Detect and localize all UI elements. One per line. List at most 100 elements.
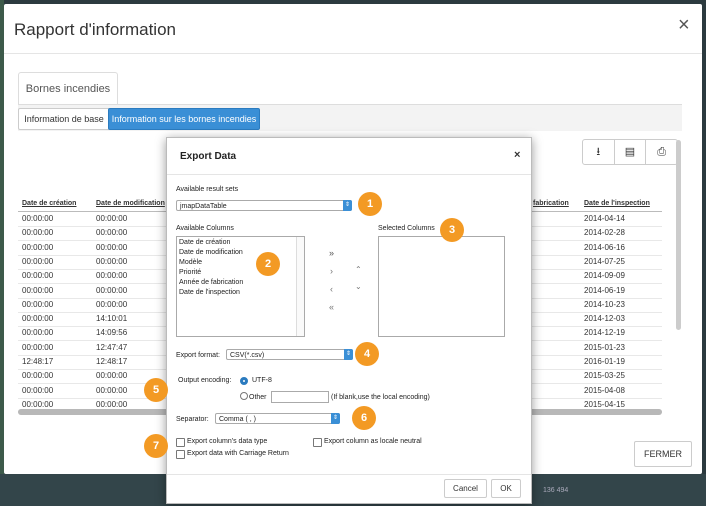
fermer-button[interactable]: FERMER (634, 441, 692, 467)
print-preview-icon[interactable]: ▤ (615, 140, 647, 164)
table-cell: 12:48:17 (22, 357, 54, 366)
table-cell: 2015-04-15 (584, 399, 625, 409)
table-cell: 00:00:00 (96, 271, 128, 281)
information-base-button[interactable]: Information de base (18, 108, 110, 130)
table-cell: 00:00:00 (22, 299, 54, 309)
table-cell: 00:00:00 (22, 371, 54, 381)
move-down-icon[interactable]: ⌄ (355, 282, 362, 291)
move-left-icon[interactable]: ‹ (330, 284, 333, 294)
table-cell: 00:00:00 (22, 385, 54, 395)
divider (167, 474, 531, 475)
list-item[interactable]: Modèle (179, 259, 202, 266)
dialog-title: Export Data (180, 151, 237, 162)
table-cell: 2014-07-25 (584, 256, 625, 266)
available-columns-list[interactable]: Date de création Date de modification Mo… (176, 236, 305, 337)
table-cell: 00:00:00 (22, 228, 54, 238)
table-cell: 12:47:47 (96, 342, 128, 352)
header-date-creation[interactable]: Date de création (22, 200, 76, 207)
select-arrow-icon: ⇕ (331, 413, 340, 424)
table-cell: 00:00:00 (22, 328, 54, 338)
carriage-return-label: Export data with Carriage Return (187, 450, 289, 457)
output-encoding-label: Output encoding: (178, 377, 232, 384)
export-icon[interactable]: ⭳ (583, 140, 615, 164)
table-cell: 00:00:00 (22, 242, 54, 252)
vertical-scrollbar[interactable] (676, 140, 681, 330)
table-cell: 2014-10-23 (584, 299, 625, 309)
result-set-select[interactable]: jmapDataTable ⇕ (176, 200, 352, 211)
modal-title: Rapport d'information (14, 20, 176, 39)
table-cell: 00:00:00 (96, 214, 128, 223)
close-icon[interactable]: × (678, 14, 690, 37)
table-cell: 00:00:00 (22, 399, 54, 409)
datatype-label: Export column's data type (187, 438, 268, 445)
carriage-return-checkbox[interactable] (176, 450, 185, 459)
table-cell: 00:00:00 (22, 256, 54, 266)
other-label: Other (249, 394, 267, 401)
table-toolbar: ⭳ ▤ ⎙ (582, 139, 678, 165)
table-cell: 00:00:00 (96, 242, 128, 252)
locale-neutral-label: Export column as locale neutral (324, 438, 422, 445)
export-data-dialog: Export Data × Available result sets jmap… (166, 137, 532, 504)
divider (4, 53, 702, 54)
table-cell: 00:00:00 (96, 399, 128, 409)
information-bornes-button[interactable]: Information sur les bornes incendies (108, 108, 260, 130)
table-cell: 00:00:00 (96, 256, 128, 266)
step-badge-1: 1 (358, 192, 382, 216)
table-cell: 2014-12-03 (584, 314, 625, 324)
selected-columns-list[interactable] (378, 236, 505, 337)
list-item[interactable]: Date de l'inspection (179, 289, 240, 296)
step-badge-7: 7 (144, 434, 168, 458)
select-arrow-icon: ⇕ (343, 200, 352, 211)
table-cell: 2015-03-25 (584, 371, 625, 381)
export-format-select[interactable]: CSV(*.csv) ⇕ (226, 349, 353, 360)
header-fabrication[interactable]: fabrication (533, 200, 569, 207)
step-badge-2: 2 (256, 252, 280, 276)
table-cell: 14:10:01 (96, 314, 128, 324)
dialog-close-icon[interactable]: × (514, 149, 520, 161)
list-item[interactable]: Date de création (179, 239, 230, 246)
list-scrollbar[interactable] (296, 237, 304, 336)
table-cell: 2015-01-23 (584, 342, 625, 352)
list-item[interactable]: Année de fabrication (179, 279, 243, 286)
move-all-left-icon[interactable]: « (329, 302, 334, 312)
separator-select[interactable]: Comma ( , ) ⇕ (215, 413, 340, 424)
cancel-button[interactable]: Cancel (444, 479, 487, 498)
table-cell: 00:00:00 (22, 285, 54, 295)
map-scale-text: 136 494 (543, 487, 569, 494)
table-cell: 2016-01-19 (584, 357, 625, 366)
selected-columns-label: Selected Columns (378, 225, 435, 232)
other-encoding-input[interactable] (271, 391, 329, 403)
step-badge-6: 6 (352, 406, 376, 430)
datatype-checkbox[interactable] (176, 438, 185, 447)
move-all-right-icon[interactable]: » (329, 248, 334, 258)
header-date-modification[interactable]: Date de modification (96, 200, 165, 207)
table-cell: 00:00:00 (96, 228, 128, 238)
divider (167, 174, 531, 175)
result-sets-label: Available result sets (176, 186, 239, 193)
list-item[interactable]: Date de modification (179, 249, 243, 256)
table-cell: 2014-12-19 (584, 328, 625, 338)
header-date-inspection[interactable]: Date de l'inspection (584, 200, 650, 207)
move-right-icon[interactable]: › (330, 266, 333, 276)
print-icon[interactable]: ⎙ (646, 140, 677, 164)
tab-bornes-incendies[interactable]: Bornes incendies (18, 72, 118, 105)
table-cell: 00:00:00 (22, 271, 54, 281)
utf8-radio[interactable] (240, 377, 248, 385)
table-cell: 2015-04-08 (584, 385, 625, 395)
table-cell: 2014-02-28 (584, 228, 625, 238)
table-cell: 2014-09-09 (584, 271, 625, 281)
table-cell: 12:48:17 (96, 357, 128, 366)
ok-button[interactable]: OK (491, 479, 521, 498)
table-cell: 2014-04-14 (584, 214, 625, 223)
table-cell: 00:00:00 (96, 371, 128, 381)
step-badge-3: 3 (440, 218, 464, 242)
other-radio[interactable] (240, 392, 248, 400)
move-up-icon[interactable]: ⌃ (355, 265, 362, 274)
utf8-label: UTF-8 (252, 377, 272, 384)
table-cell: 00:00:00 (96, 285, 128, 295)
encoding-hint: (If blank,use the local encoding) (331, 394, 430, 401)
table-cell: 00:00:00 (96, 299, 128, 309)
locale-neutral-checkbox[interactable] (313, 438, 322, 447)
list-item[interactable]: Priorité (179, 269, 201, 276)
result-set-value: jmapDataTable (180, 203, 227, 210)
